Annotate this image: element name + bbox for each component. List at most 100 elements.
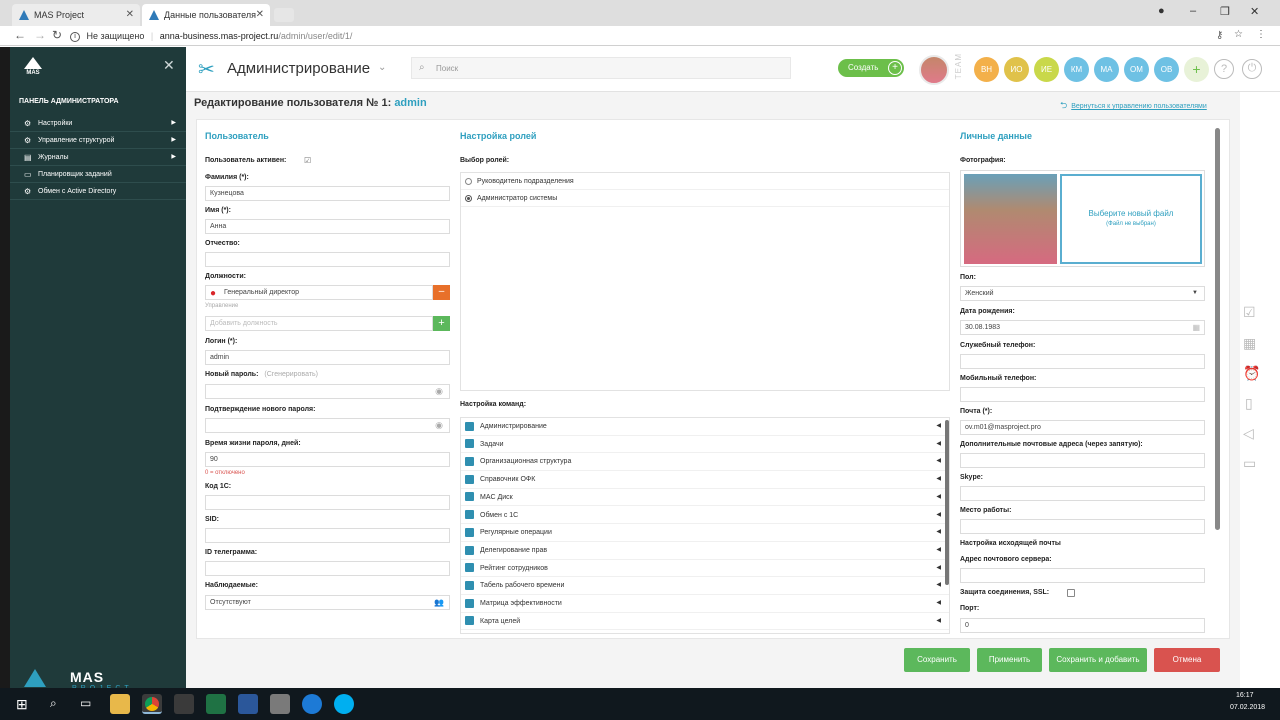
work-phone-input[interactable]	[960, 354, 1205, 369]
cancel-button[interactable]: Отмена	[1154, 648, 1220, 672]
users-group-icon[interactable]: 👥	[434, 596, 444, 609]
section-title[interactable]: Администрирование	[227, 60, 370, 77]
choose-file-dropzone[interactable]: Выберите новый файл (Файл не выбран)	[1060, 174, 1202, 264]
team-item[interactable]: Обмен с 1С ◀	[461, 507, 949, 525]
menu-dots-icon[interactable]: ⋮	[1256, 29, 1266, 40]
calendar-icon[interactable]: ▦	[1243, 335, 1256, 352]
observers-field[interactable]: Отсутствуют 👥	[205, 595, 450, 610]
sidebar-item-structure[interactable]: ⚙ Управление структурой ▶	[10, 132, 186, 149]
mobile-phone-input[interactable]	[960, 387, 1205, 402]
team-item[interactable]: Делегирование прав ◀	[461, 542, 949, 560]
team-item[interactable]: Справочник ОФК ◀	[461, 471, 949, 489]
help-icon[interactable]: ?	[1214, 59, 1234, 79]
team-item[interactable]: Рейтинг сотрудников ◀	[461, 560, 949, 578]
name-input[interactable]: Анна	[205, 219, 450, 234]
close-window-icon[interactable]: ✕	[1250, 5, 1259, 18]
power-icon[interactable]: ⏻	[1242, 59, 1262, 79]
code1c-input[interactable]	[205, 495, 450, 510]
extra-email-input[interactable]	[960, 453, 1205, 468]
team-item[interactable]: Карта целей ◀	[461, 613, 949, 631]
team-item[interactable]: Регулярные операции ◀	[461, 524, 949, 542]
sidebar-item-journals[interactable]: ▤ Журналы ▶	[10, 149, 186, 166]
skype-input[interactable]	[960, 486, 1205, 501]
edge-icon[interactable]	[302, 694, 322, 714]
login-input[interactable]: admin	[205, 350, 450, 365]
search-icon[interactable]: ⌕	[50, 696, 57, 711]
browser-tab-user-data[interactable]: Данные пользователя ✕	[142, 4, 270, 26]
team-item[interactable]: Матрица эффективности ◀	[461, 595, 949, 613]
team-avatar-km[interactable]: КМ	[1064, 57, 1089, 82]
team-item[interactable]: Задачи ◀	[461, 436, 949, 454]
workplace-input[interactable]	[960, 519, 1205, 534]
mas-logo[interactable]: MAS	[18, 57, 48, 77]
birth-input[interactable]: 30.08.1983 ▦	[960, 320, 1205, 335]
team-item[interactable]: Администрирование ◀	[461, 418, 949, 436]
role-item-dept-head[interactable]: Руководитель подразделения	[461, 173, 949, 190]
calendar-icon[interactable]: ▦	[1192, 321, 1200, 334]
phone-icon[interactable]: ▯	[1245, 395, 1253, 412]
search-input[interactable]: ⌕ Поиск	[411, 57, 791, 79]
eye-icon[interactable]: ◉	[435, 385, 443, 398]
eye-icon[interactable]: ◉	[435, 419, 443, 432]
current-user-avatar[interactable]	[919, 55, 949, 85]
url-field[interactable]: i Не защищено | anna-business.mas-projec…	[66, 28, 1226, 44]
minimize-icon[interactable]: –	[1190, 5, 1196, 17]
task-view-icon[interactable]: ▭	[80, 696, 91, 710]
close-icon[interactable]: ✕	[126, 4, 134, 26]
active-checkbox[interactable]: ☑	[304, 156, 311, 165]
app-icon[interactable]	[270, 694, 290, 714]
sidebar-item-scheduler[interactable]: ▭ Планировщик заданий	[10, 166, 186, 183]
back-to-users-link[interactable]: ⮌ Вернуться к управлению пользователями	[1060, 98, 1207, 114]
surname-input[interactable]: Кузнецова	[205, 186, 450, 201]
add-position-input[interactable]: Добавить должность	[205, 316, 433, 331]
task-list-icon[interactable]: ☑	[1243, 304, 1256, 321]
file-explorer-icon[interactable]	[110, 694, 130, 714]
profile-icon[interactable]: ●	[1158, 5, 1165, 17]
gallery-icon[interactable]	[174, 694, 194, 714]
position-row[interactable]: ● Генеральный директор	[205, 285, 433, 300]
skype-icon[interactable]	[334, 694, 354, 714]
team-avatar-ov[interactable]: ОВ	[1154, 57, 1179, 82]
chevron-down-icon[interactable]: ⌄	[378, 62, 386, 73]
form-scrollbar[interactable]	[1215, 128, 1220, 530]
team-item[interactable]: Организационная структура ◀	[461, 453, 949, 472]
new-password-input[interactable]: ◉	[205, 384, 450, 399]
teams-scrollbar[interactable]	[945, 420, 949, 585]
bookmark-star-icon[interactable]: ☆	[1234, 29, 1243, 40]
email-input[interactable]: ov.m01@masproject.pro	[960, 420, 1205, 435]
team-avatar-ma[interactable]: МА	[1094, 57, 1119, 82]
chrome-icon[interactable]	[142, 694, 162, 714]
ssl-checkbox[interactable]	[1067, 589, 1075, 597]
port-input[interactable]: 0	[960, 618, 1205, 633]
save-and-add-button[interactable]: Сохранить и добавить	[1049, 648, 1147, 672]
forward-icon[interactable]: →	[34, 28, 46, 42]
sidebar-item-settings[interactable]: ⚙ Настройки ▶	[10, 115, 186, 132]
team-item[interactable]: Табель рабочего времени ◀	[461, 577, 949, 595]
patronymic-input[interactable]	[205, 252, 450, 267]
team-avatar-ie[interactable]: ИЕ	[1034, 57, 1059, 82]
create-button[interactable]: Создать +	[838, 59, 904, 77]
sidebar-item-active-directory[interactable]: ⚙ Обмен с Active Directory	[10, 183, 186, 200]
close-sidebar-icon[interactable]: ✕	[163, 57, 175, 74]
sid-input[interactable]	[205, 528, 450, 543]
apply-button[interactable]: Применить	[977, 648, 1042, 672]
confirm-password-input[interactable]: ◉	[205, 418, 450, 433]
password-life-input[interactable]: 90	[205, 452, 450, 467]
close-icon[interactable]: ✕	[256, 4, 264, 26]
team-avatar-om[interactable]: ОМ	[1124, 57, 1149, 82]
add-member-icon[interactable]: +	[1184, 57, 1209, 82]
team-avatar-vn[interactable]: ВН	[974, 57, 999, 82]
megaphone-icon[interactable]: ◁	[1243, 425, 1254, 442]
browser-tab-mas-project[interactable]: MAS Project ✕	[12, 4, 140, 26]
role-item-sysadmin[interactable]: Администратор системы	[461, 190, 949, 207]
chat-icon[interactable]: ▭	[1243, 455, 1256, 472]
restore-icon[interactable]: ❐	[1220, 5, 1230, 18]
key-icon[interactable]: ⚷	[1216, 30, 1223, 41]
reload-icon[interactable]: ↻	[52, 28, 62, 42]
server-input[interactable]	[960, 568, 1205, 583]
alarm-clock-icon[interactable]: ⏰	[1243, 365, 1260, 382]
gender-select[interactable]: Женский ▼	[960, 286, 1205, 301]
windows-start-icon[interactable]: ⊞	[16, 696, 28, 713]
word-icon[interactable]	[238, 694, 258, 714]
remove-position-button[interactable]: –	[433, 285, 450, 300]
